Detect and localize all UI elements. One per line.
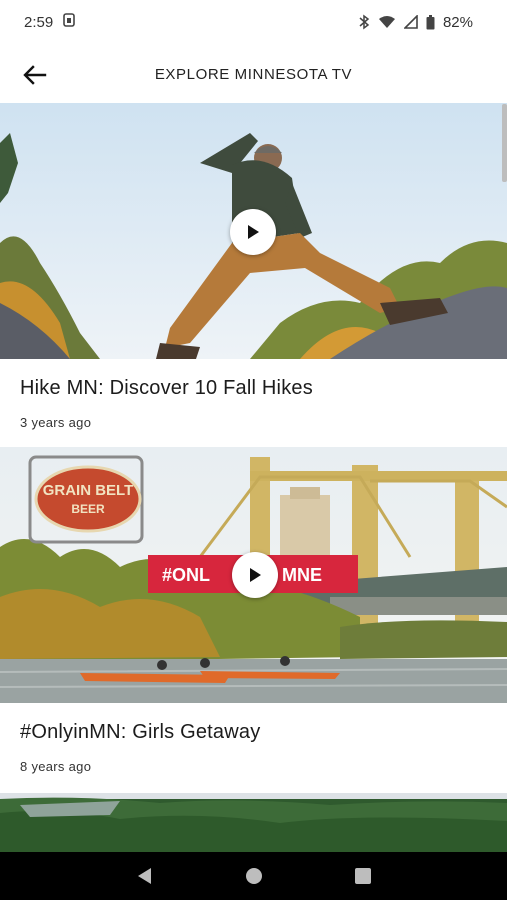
play-icon bbox=[250, 568, 261, 582]
video-thumbnail[interactable] bbox=[0, 103, 507, 359]
status-left: 2:59 bbox=[24, 13, 76, 31]
screen: 2:59 82% EXPLORE MINNESOTA TV Hike MN: D… bbox=[0, 0, 507, 900]
battery-icon bbox=[426, 14, 435, 30]
video-title[interactable]: Hike MN: Discover 10 Fall Hikes bbox=[20, 377, 313, 400]
app-bar: EXPLORE MINNESOTA TV bbox=[0, 48, 507, 102]
sign-text-line1: GRAIN BELT bbox=[43, 482, 134, 499]
back-triangle-icon bbox=[137, 868, 151, 884]
sign-text-line2: BEER bbox=[71, 502, 105, 516]
video-thumbnail[interactable]: GRAIN BELT BEER #ONL MNE bbox=[0, 447, 507, 703]
wifi-icon bbox=[378, 15, 396, 29]
nav-home-button[interactable] bbox=[234, 856, 274, 896]
notification-icon bbox=[63, 13, 76, 31]
home-circle-icon bbox=[245, 868, 262, 884]
system-nav-bar bbox=[0, 852, 507, 900]
video-age: 3 years ago bbox=[20, 415, 92, 430]
video-thumbnail[interactable] bbox=[0, 793, 507, 852]
bluetooth-icon bbox=[358, 14, 370, 30]
battery-percent: 82% bbox=[442, 13, 473, 31]
back-button[interactable] bbox=[18, 58, 52, 92]
play-button[interactable] bbox=[232, 552, 278, 598]
video-age: 8 years ago bbox=[20, 759, 92, 774]
status-right: 82% bbox=[358, 14, 473, 31]
status-bar: 2:59 82% bbox=[0, 0, 507, 44]
banner-text-left: #ONL bbox=[162, 565, 210, 585]
arrow-back-icon bbox=[23, 65, 47, 85]
video-card[interactable]: Hike MN: Discover 10 Fall Hikes 3 years … bbox=[0, 103, 507, 445]
video-card[interactable] bbox=[0, 793, 507, 852]
video-title[interactable]: #OnlyinMN: Girls Getaway bbox=[20, 721, 260, 744]
status-time: 2:59 bbox=[24, 13, 54, 31]
nav-recents-button[interactable] bbox=[343, 856, 383, 896]
page-title: EXPLORE MINNESOTA TV bbox=[154, 66, 353, 83]
thumbnail-image bbox=[0, 793, 507, 852]
recents-square-icon bbox=[354, 868, 371, 884]
play-icon bbox=[248, 225, 259, 239]
signal-icon bbox=[403, 15, 418, 29]
scrollbar[interactable] bbox=[502, 104, 507, 182]
nav-back-button[interactable] bbox=[125, 856, 165, 896]
play-button[interactable] bbox=[230, 209, 276, 255]
banner-text-right: MNE bbox=[282, 565, 322, 585]
video-card[interactable]: GRAIN BELT BEER #ONL MNE #OnlyinMN: Girl… bbox=[0, 447, 507, 789]
